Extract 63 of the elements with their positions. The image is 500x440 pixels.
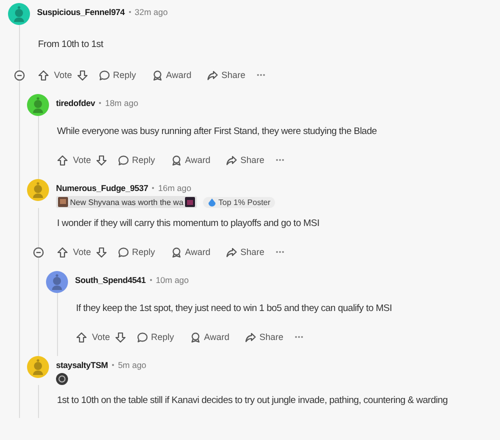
more-icon[interactable] xyxy=(294,334,304,340)
award-button[interactable]: Award xyxy=(166,154,216,166)
more-icon[interactable] xyxy=(275,157,286,163)
share-icon xyxy=(245,332,256,342)
comment-text: 1st to 10th on the table still if Kanavi decides to try out jungle invade, pathing, countering & warding xyxy=(57,394,449,408)
flair-icon xyxy=(56,373,68,385)
username[interactable]: Numerous_Fudge_9537 xyxy=(56,183,148,193)
comment-text: If they keep the 1st spot, they just need to win 1 bo5 and they can qualify to MSI xyxy=(76,302,393,316)
downvote-icon[interactable] xyxy=(77,70,88,80)
award-button[interactable]: Award xyxy=(185,332,234,342)
timestamp: 18m ago xyxy=(105,98,138,108)
more-icon[interactable] xyxy=(256,72,266,78)
reply-button[interactable]: Reply xyxy=(94,70,142,80)
username[interactable]: South_Spend4541 xyxy=(75,275,146,285)
upvote-icon[interactable] xyxy=(57,246,68,258)
share-button[interactable]: Share xyxy=(202,70,250,80)
reply-icon xyxy=(118,246,130,258)
comment-text: I wonder if they will carry this momentum to playoffs and go to MSI xyxy=(57,217,320,231)
downvote-icon[interactable] xyxy=(115,332,126,342)
share-icon xyxy=(226,154,238,166)
award-icon xyxy=(171,154,182,166)
share-icon xyxy=(207,70,218,80)
collapse-icon[interactable] xyxy=(33,246,44,258)
reply-icon xyxy=(118,154,130,166)
drop-icon xyxy=(208,198,216,206)
award-button[interactable]: Award xyxy=(166,246,216,258)
username[interactable]: staysaltyTSM xyxy=(56,360,108,370)
username[interactable]: Suspicious_Fennel974 xyxy=(37,7,125,17)
vote-count: Vote xyxy=(54,70,72,80)
reply-button[interactable]: Reply xyxy=(113,154,160,166)
upvote-icon[interactable] xyxy=(57,154,68,166)
upvote-icon[interactable] xyxy=(76,332,87,342)
collapse-icon[interactable] xyxy=(14,70,25,80)
share-button[interactable]: Share xyxy=(240,332,288,342)
award-button[interactable]: Award xyxy=(147,70,196,80)
share-icon xyxy=(226,246,238,258)
vote-count: Vote xyxy=(73,247,92,257)
timestamp: 5m ago xyxy=(118,360,146,370)
vote-count: Vote xyxy=(92,332,110,342)
vote-count: Vote xyxy=(73,155,92,165)
achievement-badge: Top 1% Poster xyxy=(203,196,276,208)
award-icon xyxy=(171,246,182,258)
downvote-icon[interactable] xyxy=(96,246,108,258)
timestamp: 10m ago xyxy=(156,275,189,285)
comment-text: From 10th to 1st xyxy=(38,38,104,52)
share-button[interactable]: Share xyxy=(221,246,270,258)
reply-button[interactable]: Reply xyxy=(132,332,180,342)
award-icon xyxy=(190,332,202,342)
emoji-icon xyxy=(185,197,196,207)
reply-button[interactable]: Reply xyxy=(113,246,160,258)
emoji-icon xyxy=(58,197,68,207)
share-button[interactable]: Share xyxy=(221,154,270,166)
timestamp: 16m ago xyxy=(158,183,192,193)
username[interactable]: tiredofdev xyxy=(56,98,96,108)
reply-icon xyxy=(137,332,148,342)
more-icon[interactable] xyxy=(275,249,286,255)
award-icon xyxy=(152,70,164,80)
user-flair: New Shyvana was worth the wa xyxy=(56,196,198,208)
comment-text: While everyone was busy running after First Stand, they were studying the Blade xyxy=(57,125,378,139)
timestamp: 32m ago xyxy=(134,7,168,17)
downvote-icon[interactable] xyxy=(96,154,108,166)
reply-icon xyxy=(99,70,110,80)
upvote-icon[interactable] xyxy=(38,70,49,80)
